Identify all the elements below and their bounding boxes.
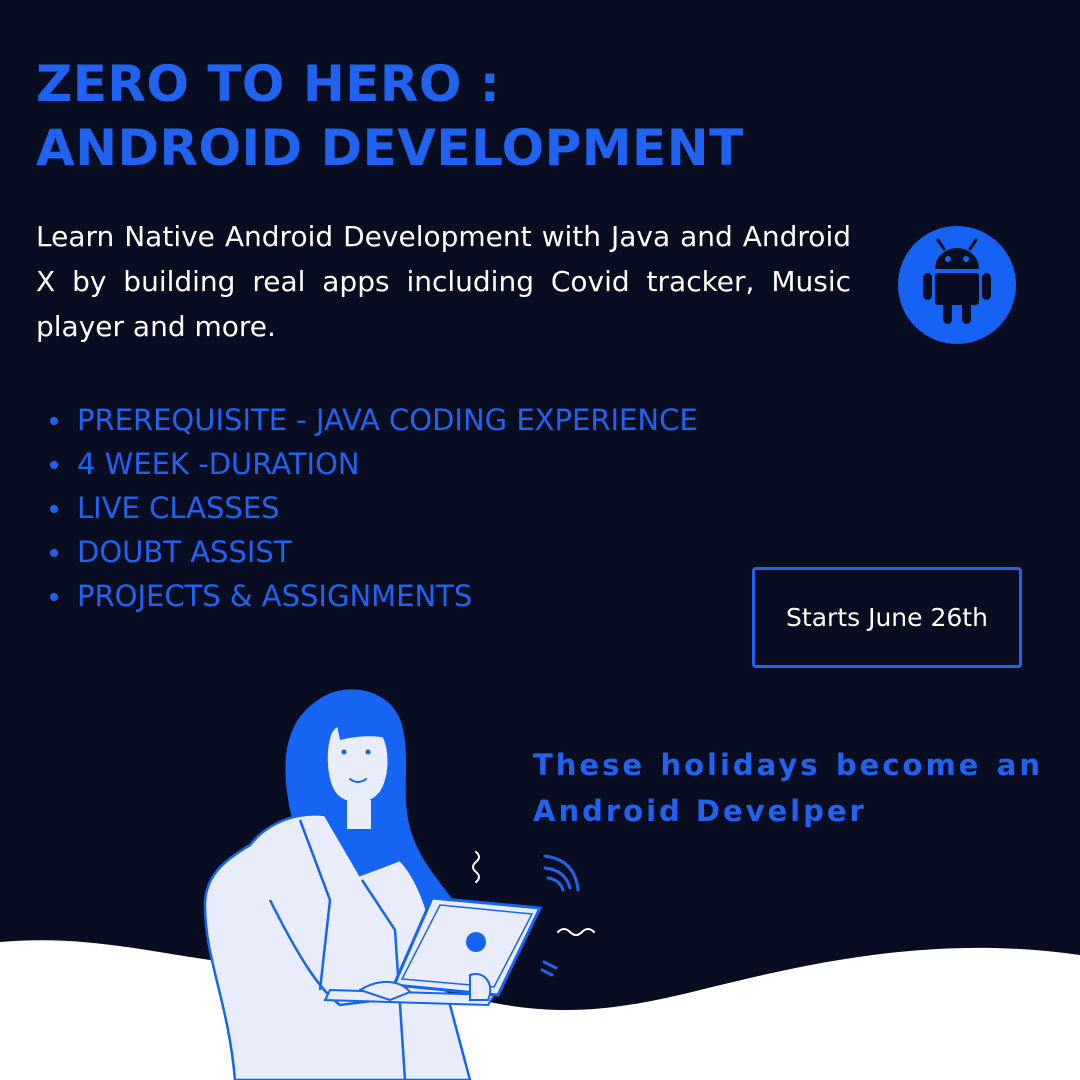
dash-icon	[540, 960, 558, 977]
tagline-line-2: Android Develper	[533, 794, 867, 828]
feature-item: PREREQUISITE - JAVA CODING EXPERIENCE	[48, 398, 698, 442]
feature-label: DOUBT ASSIST	[77, 535, 292, 569]
bullet-icon	[50, 417, 58, 425]
feature-label: 4 WEEK -DURATION	[77, 447, 360, 481]
signal-icon	[543, 854, 580, 892]
bullet-icon	[50, 505, 58, 513]
title-line-1: ZERO TO HERO :	[36, 55, 501, 113]
feature-item: LIVE CLASSES	[48, 486, 698, 530]
squiggle-icon	[472, 851, 480, 883]
android-badge	[898, 226, 1016, 344]
feature-item: PROJECTS & ASSIGNMENTS	[48, 574, 698, 618]
feature-item: 4 WEEK -DURATION	[48, 442, 698, 486]
bullet-icon	[50, 461, 58, 469]
squiggle-icon	[557, 928, 595, 936]
start-date-box: Starts June 26th	[752, 567, 1022, 668]
page-title: ZERO TO HERO : ANDROID DEVELOPMENT	[36, 52, 744, 180]
start-date-label: Starts June 26th	[786, 603, 988, 632]
feature-label: LIVE CLASSES	[77, 491, 280, 525]
bullet-icon	[50, 549, 58, 557]
feature-label: PROJECTS & ASSIGNMENTS	[77, 579, 473, 613]
tagline: These holidays become an Android Develpe…	[533, 742, 1043, 834]
jacket	[203, 813, 472, 1080]
feature-list: PREREQUISITE - JAVA CODING EXPERIENCE 4 …	[48, 398, 698, 618]
hair	[285, 689, 472, 986]
feature-label: PREREQUISITE - JAVA CODING EXPERIENCE	[77, 403, 698, 437]
poster: ZERO TO HERO : ANDROID DEVELOPMENT Learn…	[0, 0, 1080, 1080]
white-wave	[0, 940, 1080, 1080]
title-line-2: ANDROID DEVELOPMENT	[36, 119, 744, 177]
face	[325, 718, 390, 805]
course-description: Learn Native Android Development with Ja…	[36, 220, 851, 343]
android-robot-icon	[923, 238, 991, 324]
bullet-icon	[50, 593, 58, 601]
feature-item: DOUBT ASSIST	[48, 530, 698, 574]
laptop-icon	[323, 896, 543, 1007]
tagline-line-1: These holidays become an	[533, 748, 1043, 782]
